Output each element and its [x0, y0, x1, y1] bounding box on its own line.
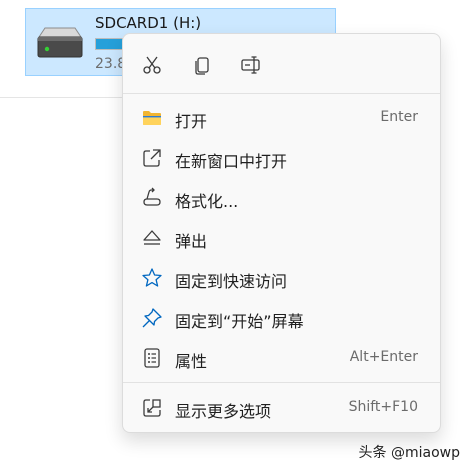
- star-icon: [141, 267, 163, 289]
- rename-icon: [241, 56, 260, 74]
- copy-icon: [195, 57, 209, 75]
- drive-icon: [34, 25, 86, 61]
- format-icon: [141, 187, 163, 209]
- menu-item-open-new-window[interactable]: 在新窗口中打开: [127, 140, 436, 176]
- menu-item-pin-quick-access[interactable]: 固定到快速访问: [127, 260, 436, 296]
- menu-item-label: 属性: [175, 352, 208, 371]
- menu-item-label: 格式化...: [175, 192, 239, 211]
- open-new-window-icon: [141, 147, 163, 169]
- pin-icon: [141, 307, 163, 329]
- more-options-icon: [141, 397, 163, 419]
- menu-item-shortcut: Alt+Enter: [349, 349, 418, 365]
- menu-item-format[interactable]: 格式化...: [127, 180, 436, 216]
- menu-item-label: 打开: [175, 112, 208, 131]
- list-divider: [0, 97, 122, 98]
- menu-item-label: 固定到快速访问: [175, 272, 288, 291]
- menu-item-pin-start[interactable]: 固定到“开始”屏幕: [127, 300, 436, 336]
- cut-button[interactable]: [135, 48, 169, 82]
- folder-icon: [141, 107, 163, 129]
- copy-button[interactable]: [185, 48, 219, 82]
- menu-item-label: 弹出: [175, 232, 208, 251]
- rename-button[interactable]: [234, 48, 268, 82]
- menu-item-shortcut: Enter: [380, 109, 418, 125]
- context-menu: 打开 Enter 在新窗口中打开 格式化... 弹出 固定到快速访问 固定到“开…: [122, 33, 441, 433]
- menu-separator: [123, 382, 440, 383]
- menu-item-open[interactable]: 打开 Enter: [127, 100, 436, 136]
- menu-separator: [123, 93, 440, 94]
- properties-icon: [141, 347, 163, 369]
- eject-icon: [141, 227, 163, 249]
- cut-icon: [143, 56, 161, 74]
- watermark: 头条 @miaowp: [358, 445, 460, 461]
- menu-item-label: 固定到“开始”屏幕: [175, 312, 304, 331]
- menu-item-label: 显示更多选项: [175, 402, 272, 421]
- drive-name: SDCARD1 (H:): [95, 14, 202, 32]
- menu-item-shortcut: Shift+F10: [348, 399, 418, 415]
- menu-item-show-more-options[interactable]: 显示更多选项 Shift+F10: [127, 390, 436, 426]
- quick-actions-bar: [123, 34, 440, 92]
- menu-item-properties[interactable]: 属性 Alt+Enter: [127, 340, 436, 376]
- menu-item-label: 在新窗口中打开: [175, 152, 288, 171]
- menu-item-eject[interactable]: 弹出: [127, 220, 436, 256]
